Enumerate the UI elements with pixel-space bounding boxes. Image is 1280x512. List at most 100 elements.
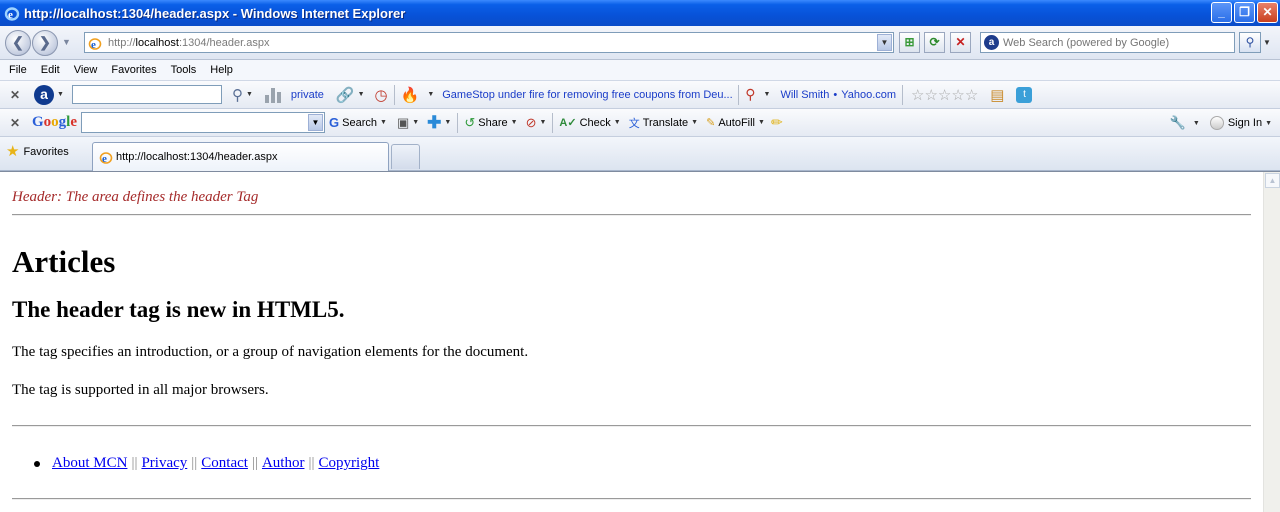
tab-header-aspx[interactable]: e http://localhost:1304/header.aspx: [92, 142, 389, 171]
forward-button[interactable]: ❯: [32, 30, 58, 56]
ask-search-dropdown[interactable]: ▼: [246, 91, 253, 98]
privacy-link[interactable]: Privacy: [141, 455, 187, 472]
scroll-up-icon[interactable]: ▲: [1265, 173, 1280, 188]
notepad-icon[interactable]: ▤: [990, 86, 1004, 104]
compatibility-view-button[interactable]: ⊞: [899, 32, 920, 53]
ask-search-icon[interactable]: ⚲: [232, 86, 243, 104]
plus-dropdown[interactable]: ▼: [444, 119, 451, 126]
address-dropdown[interactable]: ▼: [877, 34, 892, 51]
twitter-icon[interactable]: t: [1016, 86, 1033, 103]
ask-logo-icon[interactable]: a: [34, 84, 54, 105]
about-link[interactable]: About MCN: [52, 455, 127, 472]
close-toolbar-icon[interactable]: ✕: [8, 88, 22, 102]
google-g-icon: G: [329, 115, 340, 130]
private-link[interactable]: private: [291, 89, 324, 101]
signin-button[interactable]: Sign In ▼: [1209, 116, 1272, 130]
bar-chart-icon[interactable]: [264, 87, 281, 103]
plus-icon[interactable]: ✚: [427, 113, 441, 133]
ask-search-input[interactable]: [71, 85, 222, 104]
web-search-box[interactable]: a: [980, 32, 1235, 53]
list-bullet: [34, 460, 40, 467]
vertical-scrollbar[interactable]: ▲: [1263, 172, 1280, 512]
google-search-dropdown[interactable]: ▼: [308, 114, 324, 131]
new-tab-button[interactable]: [391, 144, 420, 169]
google-search-button[interactable]: G Search ▼: [329, 115, 387, 130]
copyright-link[interactable]: Copyright: [318, 455, 379, 472]
popup-dropdown[interactable]: ▼: [539, 119, 546, 126]
address-field[interactable]: e http://localhost:1304/header.aspx ▼: [84, 32, 894, 53]
search-options-dropdown[interactable]: ▼: [1263, 38, 1271, 47]
ask-menu-dropdown[interactable]: ▼: [57, 91, 64, 98]
translate-label: Translate: [642, 116, 689, 129]
article-paragraph: The tag specifies an introduction, or a …: [12, 344, 529, 360]
favorites-button[interactable]: ★ Favorites: [6, 144, 69, 159]
menu-bar: File Edit View Favorites Tools Help: [0, 60, 1280, 81]
spellcheck-button[interactable]: A✓ Check ▼: [559, 116, 620, 130]
clock-icon[interactable]: ◷: [375, 86, 388, 104]
link-separator: ||: [191, 455, 198, 471]
will-smith-link[interactable]: Will Smith: [780, 89, 829, 101]
translate-icon: 文: [628, 117, 640, 130]
tab-strip: ★ Favorites e http://localhost:1304/head…: [0, 137, 1280, 171]
menu-edit[interactable]: Edit: [34, 64, 67, 76]
refresh-button[interactable]: ⟳: [924, 32, 945, 53]
spellcheck-icon: A✓: [559, 117, 577, 129]
menu-favorites[interactable]: Favorites: [104, 64, 163, 76]
search-go-icon[interactable]: ⚲: [1239, 32, 1261, 53]
autofill-button[interactable]: ✎ AutoFill ▼: [706, 116, 765, 130]
highlighter-icon[interactable]: ✏: [771, 114, 783, 131]
layout-dropdown[interactable]: ▼: [412, 119, 419, 126]
divider: [12, 425, 1251, 427]
recent-pages-dropdown[interactable]: ▼: [62, 37, 71, 47]
share-icon: ↺: [464, 114, 476, 130]
address-url[interactable]: http://localhost:1304/header.aspx: [108, 37, 269, 49]
wrench-icon[interactable]: 🔧: [1170, 115, 1186, 131]
svg-text:e: e: [102, 153, 107, 165]
google-search-input[interactable]: ▼: [81, 112, 326, 133]
author-link[interactable]: Author: [262, 455, 305, 472]
article-heading: Articles: [12, 244, 116, 279]
news-ticker-link[interactable]: GameStop under fire for removing free co…: [442, 89, 732, 101]
close-window-button[interactable]: ✕: [1257, 2, 1278, 23]
contact-link[interactable]: Contact: [201, 455, 248, 472]
share-label: Share: [478, 116, 508, 129]
stop-button[interactable]: ✕: [950, 32, 971, 53]
minimize-button[interactable]: _: [1211, 2, 1232, 23]
web-search-input[interactable]: [1003, 36, 1228, 49]
address-toolbar: ❮ ❯ ▼ e http://localhost:1304/header.asp…: [0, 26, 1280, 60]
autofill-icon: ✎: [706, 117, 716, 129]
menu-tools[interactable]: Tools: [164, 64, 204, 76]
google-logo[interactable]: Google: [32, 114, 77, 131]
menu-help[interactable]: Help: [203, 64, 240, 76]
link-separator: ||: [308, 455, 315, 471]
header-note: Header: The area defines the header Tag: [12, 189, 259, 205]
google-toolbar: ✕ Google ▼ G Search ▼ ▣ ▼ ✚ ▼ ↺ Share ▼ …: [0, 109, 1280, 137]
signin-label: Sign In: [1227, 117, 1263, 129]
svg-text:e: e: [8, 9, 13, 21]
menu-file[interactable]: File: [0, 64, 34, 76]
page-layout-icon[interactable]: ▣: [397, 115, 409, 131]
article-subheading: The header tag is new in HTML5.: [12, 297, 345, 322]
menu-view[interactable]: View: [67, 64, 105, 76]
divider: [12, 498, 1251, 500]
favorites-label: Favorites: [23, 146, 69, 158]
maximize-button[interactable]: ❐: [1234, 2, 1255, 23]
rating-stars-icon[interactable]: ☆☆☆☆☆: [911, 86, 978, 104]
ie-page-icon: e: [99, 152, 113, 165]
popup-blocker-icon[interactable]: ⊘: [526, 115, 537, 131]
settings-dropdown[interactable]: ▼: [1193, 120, 1200, 127]
share-button[interactable]: ↺ Share ▼: [464, 115, 517, 131]
yahoo-link[interactable]: Yahoo.com: [841, 89, 896, 101]
fire-icon[interactable]: 🔥: [401, 86, 420, 104]
magnifier-dropdown[interactable]: ▼: [764, 91, 771, 98]
link-chain-icon[interactable]: 🔗: [336, 86, 355, 104]
translate-button[interactable]: 文 Translate ▼: [629, 115, 698, 131]
footer-nav: About MCN || Privacy || Contact || Autho…: [34, 455, 379, 472]
close-toolbar-icon[interactable]: ✕: [8, 116, 22, 130]
magnifier-icon[interactable]: ⚲: [745, 86, 755, 103]
divider: [12, 214, 1251, 216]
back-button[interactable]: ❮: [5, 30, 31, 56]
news-dropdown[interactable]: ▼: [427, 91, 434, 98]
link-separator: ||: [251, 455, 258, 471]
link-dropdown[interactable]: ▼: [358, 91, 365, 98]
